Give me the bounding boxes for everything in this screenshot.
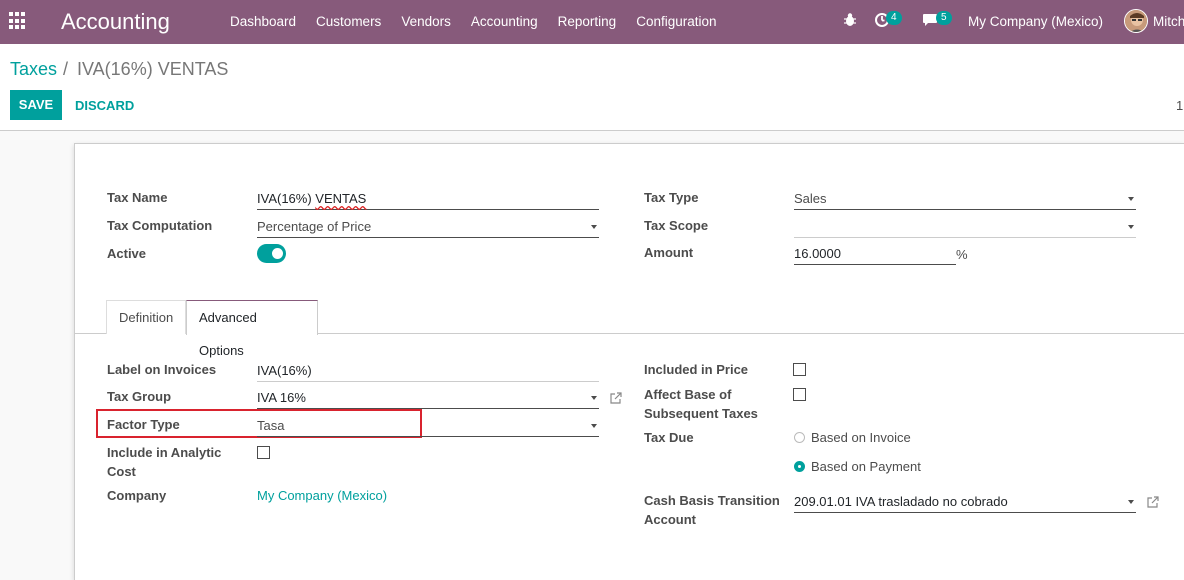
active-label: Active [107,246,147,261]
menu-accounting[interactable]: Accounting [471,14,538,29]
chevron-down-icon [1128,225,1134,229]
tax-type-select[interactable]: Sales [794,188,1136,210]
tax-name-label: Tax Name [107,190,168,205]
cash-basis-account-select[interactable]: 209.01.01 IVA trasladado no cobrado [794,491,1136,513]
tax-computation-label: Tax Computation [107,218,213,233]
discard-button[interactable]: DISCARD [75,98,134,113]
save-button[interactable]: SAVE [10,90,62,120]
chevron-down-icon [1128,197,1134,201]
company-switcher[interactable]: My Company (Mexico) [968,14,1103,29]
menu-dashboard[interactable]: Dashboard [230,14,296,29]
breadcrumb-separator: / [63,59,69,79]
tax-name-value: IVA(16%) [257,191,312,206]
affect-base-label-line2: Subsequent Taxes [644,406,758,421]
external-link-icon[interactable] [1146,496,1159,509]
apps-grid-icon[interactable] [9,12,27,30]
include-analytic-checkbox[interactable] [257,446,270,459]
tax-group-value: IVA 16% [257,390,306,405]
label-on-invoices-label: Label on Invoices [107,362,217,377]
tax-due-payment-radio[interactable] [794,461,805,472]
tax-computation-select[interactable]: Percentage of Price [257,216,599,238]
main-menu: Dashboard Customers Vendors Accounting R… [230,14,717,29]
include-analytic-label-line1: Include in Analytic [107,445,222,460]
tax-due-invoice-radio[interactable] [794,432,805,443]
amount-input[interactable]: 16.0000 [794,243,956,265]
tab-advanced-options[interactable]: Advanced Options [186,300,318,358]
top-navbar: Accounting Dashboard Customers Vendors A… [0,0,1184,44]
message-count-badge: 5 [936,11,952,25]
factor-type-select[interactable]: Tasa [257,415,599,437]
pager-value[interactable]: 1 [1176,98,1183,113]
external-link-icon[interactable] [609,392,622,405]
amount-label: Amount [644,245,694,260]
company-label: Company [107,488,167,503]
cash-basis-label-line1: Cash Basis Transition [644,493,780,508]
tax-type-value: Sales [794,191,827,206]
included-in-price-checkbox[interactable] [793,363,806,376]
app-title[interactable]: Accounting [61,9,170,35]
tax-name-input[interactable]: IVA(16%) VENTAS [257,188,599,210]
affect-base-checkbox[interactable] [793,388,806,401]
tax-scope-select[interactable] [794,216,1136,238]
factor-type-value: Tasa [257,418,285,433]
tax-name-value-suffix: VENTAS [315,191,367,206]
company-link[interactable]: My Company (Mexico) [257,488,387,503]
chevron-down-icon [591,225,597,229]
amount-value: 16.0000 [794,246,841,261]
menu-customers[interactable]: Customers [316,14,381,29]
tax-group-label: Tax Group [107,389,172,404]
include-analytic-label-line2: Cost [107,464,136,479]
user-avatar[interactable] [1124,9,1148,33]
amount-unit: % [956,247,968,262]
chevron-down-icon [591,396,597,400]
tax-computation-value: Percentage of Price [257,219,372,234]
menu-vendors[interactable]: Vendors [401,14,451,29]
tax-scope-label: Tax Scope [644,218,709,233]
menu-configuration[interactable]: Configuration [636,14,716,29]
tax-due-payment-label[interactable]: Based on Payment [811,459,921,474]
included-in-price-label: Included in Price [644,362,749,377]
breadcrumb-taxes[interactable]: Taxes [10,59,57,80]
label-on-invoices-input[interactable]: IVA(16%) [257,360,599,382]
user-name[interactable]: Mitch [1153,14,1184,29]
label-on-invoices-value: IVA(16%) [257,363,312,378]
control-panel: Taxes / IVA(16%) VENTAS SAVE DISCARD 1 [0,44,1184,131]
chevron-down-icon [1128,500,1134,504]
cash-basis-account-value: 209.01.01 IVA trasladado no cobrado [794,494,1008,509]
tax-due-label: Tax Due [644,430,694,445]
affect-base-label-line1: Affect Base of [644,387,732,402]
bug-icon[interactable] [843,12,857,28]
menu-reporting[interactable]: Reporting [558,14,617,29]
breadcrumb-current: IVA(16%) VENTAS [77,59,229,79]
factor-type-label: Factor Type [107,417,180,432]
cash-basis-label-line2: Account [644,512,696,527]
chevron-down-icon [591,424,597,428]
active-toggle[interactable] [257,244,286,263]
activity-count-badge: 4 [886,11,902,25]
notebook-tabs: Definition Advanced Options [75,300,1184,358]
tax-type-label: Tax Type [644,190,699,205]
tab-definition[interactable]: Definition [106,300,186,334]
tax-due-invoice-label[interactable]: Based on Invoice [811,430,911,445]
tax-group-select[interactable]: IVA 16% [257,387,599,409]
